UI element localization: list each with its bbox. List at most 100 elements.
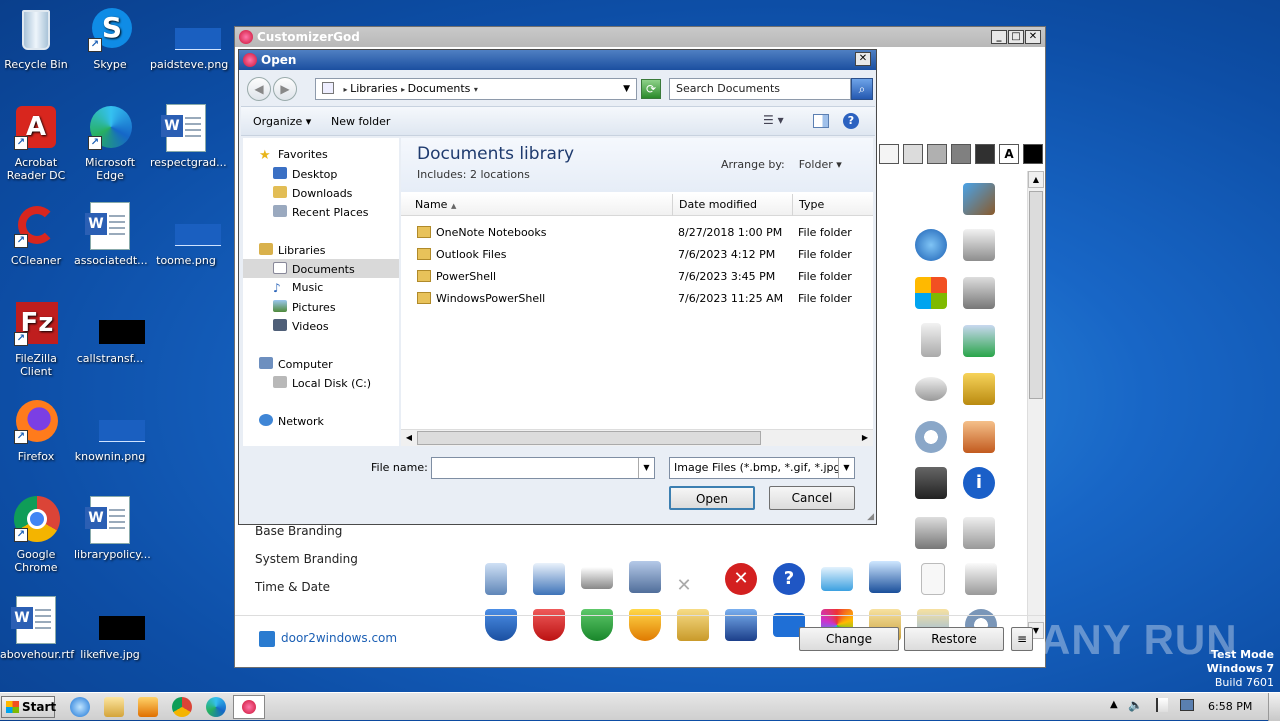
projector-icon[interactable]: [965, 563, 997, 595]
column-type[interactable]: Type: [793, 194, 873, 216]
phone-icon[interactable]: [921, 323, 941, 357]
server-icon[interactable]: [915, 467, 947, 499]
desktop-icon-abovehour[interactable]: W abovehour.rtf: [0, 596, 74, 661]
info-icon[interactable]: i: [963, 467, 995, 499]
lock-icon[interactable]: [963, 373, 995, 405]
minimize-button[interactable]: _: [991, 30, 1007, 44]
nav-favorites[interactable]: ★ Favorites: [259, 148, 328, 163]
refresh-button[interactable]: ⟳: [641, 79, 661, 99]
restore-button[interactable]: Restore: [904, 627, 1004, 651]
network-tray-icon[interactable]: [1180, 699, 1194, 711]
dialog-titlebar[interactable]: Open ✕: [239, 50, 876, 70]
desktop-icon-edge[interactable]: ↗ Microsoft Edge: [74, 104, 146, 182]
desktop-icon-librarypolicy[interactable]: W librarypolicy...: [74, 496, 151, 561]
menu-button[interactable]: ≡: [1011, 627, 1033, 651]
desktop-icon-respectgrad[interactable]: W respectgrad...: [150, 104, 227, 169]
organize-button[interactable]: Organize ▾: [253, 115, 311, 128]
start-button[interactable]: Start: [1, 696, 56, 718]
footer-link[interactable]: door2windows.com: [281, 631, 397, 645]
printer-check-icon[interactable]: [963, 325, 995, 357]
scroll-thumb[interactable]: [417, 431, 761, 445]
select-dropdown-icon[interactable]: ▼: [838, 458, 854, 478]
category-base-branding[interactable]: Base Branding: [255, 524, 342, 538]
desktop-icon-firefox[interactable]: ↗ Firefox: [0, 398, 72, 463]
desktop-icon-likefive[interactable]: likefive.jpg: [74, 596, 146, 661]
nav-downloads[interactable]: Downloads: [273, 186, 352, 200]
scroll-up-arrow[interactable]: ▲: [1028, 171, 1044, 188]
explorer-icon[interactable]: [104, 697, 124, 717]
combo-dropdown-icon[interactable]: ▼: [638, 458, 654, 478]
scanner-flat-icon[interactable]: [581, 567, 613, 589]
preview-pane-icon[interactable]: [813, 114, 829, 128]
icon-grid-scrollbar[interactable]: ▲ ▼: [1027, 171, 1044, 639]
display-icon[interactable]: [869, 561, 901, 593]
folder-icon[interactable]: [677, 609, 709, 641]
cancel-button[interactable]: Cancel: [769, 486, 855, 510]
horizontal-scrollbar[interactable]: ◀ ▶: [401, 429, 873, 446]
open-button[interactable]: Open: [669, 486, 755, 510]
frame-icon[interactable]: [963, 517, 995, 549]
nav-libraries[interactable]: Libraries: [259, 243, 326, 257]
column-date-modified[interactable]: Date modified: [673, 194, 793, 216]
swatch-6[interactable]: A: [999, 144, 1019, 164]
desktop-icon-filezilla[interactable]: Fz ↗ FileZilla Client: [0, 300, 72, 378]
swatch-5[interactable]: [975, 144, 995, 164]
ie-icon[interactable]: [70, 697, 90, 717]
show-desktop-button[interactable]: [1268, 693, 1280, 721]
swatch-3[interactable]: [927, 144, 947, 164]
desktop-icon-skype[interactable]: S ↗ Skype: [74, 6, 146, 71]
show-hidden-icons[interactable]: ▲: [1110, 699, 1118, 710]
view-options-icon[interactable]: ☰ ▾: [763, 113, 784, 127]
resize-grip-icon[interactable]: ◢: [867, 512, 874, 522]
windows-logo-icon[interactable]: [915, 277, 947, 309]
customizer-titlebar[interactable]: CustomizerGod _ □ ✕: [235, 27, 1045, 47]
desktop-icon-ccleaner[interactable]: ↗ CCleaner: [0, 202, 72, 267]
desktop-icon-acrobat[interactable]: A ↗ Acrobat Reader DC: [0, 104, 72, 182]
device-icon[interactable]: [485, 563, 507, 595]
picture-icon[interactable]: [963, 421, 995, 453]
nav-network[interactable]: Network: [259, 414, 324, 428]
dvd-drive-icon[interactable]: [963, 277, 995, 309]
dialog-close-button[interactable]: ✕: [855, 52, 871, 66]
edge-icon[interactable]: [206, 697, 226, 717]
nav-desktop[interactable]: Desktop: [273, 167, 337, 181]
address-bar[interactable]: ▸ Libraries ▸ Documents ▾ ▼: [315, 78, 637, 100]
clock[interactable]: 6:58 PM: [1208, 700, 1252, 713]
warning-shield-icon[interactable]: [629, 609, 661, 641]
help-shield-icon[interactable]: [485, 609, 517, 641]
network-globe-icon[interactable]: [915, 229, 947, 261]
monitor-network-icon[interactable]: [533, 563, 565, 595]
scanner-icon[interactable]: [915, 517, 947, 549]
locations-link[interactable]: 2 locations: [470, 168, 530, 181]
maximize-button[interactable]: □: [1008, 30, 1024, 44]
address-dropdown-icon[interactable]: ▼: [623, 79, 630, 99]
search-input[interactable]: Search Documents: [669, 78, 851, 100]
x-gray-icon[interactable]: ✕: [675, 577, 693, 595]
column-name[interactable]: Name ▲: [409, 194, 673, 216]
breadcrumb-libraries[interactable]: Libraries: [350, 82, 398, 95]
desktop-icon-knownin[interactable]: knownin.png: [74, 398, 146, 463]
close-button[interactable]: ✕: [1025, 30, 1041, 44]
question-icon[interactable]: ?: [773, 563, 805, 595]
new-folder-button[interactable]: New folder: [331, 115, 390, 128]
category-time-date[interactable]: Time & Date: [255, 580, 330, 594]
flag-icon[interactable]: [1156, 698, 1168, 712]
document-icon[interactable]: [921, 563, 945, 595]
breadcrumb-chevron-icon[interactable]: ▾: [474, 85, 478, 94]
swatch-4[interactable]: [951, 144, 971, 164]
printer-icon[interactable]: [963, 229, 995, 261]
file-name-input[interactable]: ▼: [431, 457, 655, 479]
desktop-icon-chrome[interactable]: ↗ Google Chrome: [0, 496, 72, 574]
breadcrumb-documents[interactable]: Documents: [408, 82, 471, 95]
change-button[interactable]: Change: [799, 627, 899, 651]
settings-icon[interactable]: [915, 421, 947, 453]
scroll-left-arrow[interactable]: ◀: [401, 430, 417, 446]
desktop-icon-recycle-bin[interactable]: Recycle Bin: [0, 6, 72, 71]
puzzle-icon[interactable]: [963, 183, 995, 215]
desktop-icon-toome[interactable]: toome.png: [150, 202, 222, 267]
window-frame-icon[interactable]: [821, 567, 853, 591]
media-player-icon[interactable]: [138, 697, 158, 717]
desktop-icon-callstransf[interactable]: callstransf...: [74, 300, 146, 365]
arrange-value[interactable]: Folder: [799, 158, 833, 171]
window-icon[interactable]: [629, 561, 661, 593]
